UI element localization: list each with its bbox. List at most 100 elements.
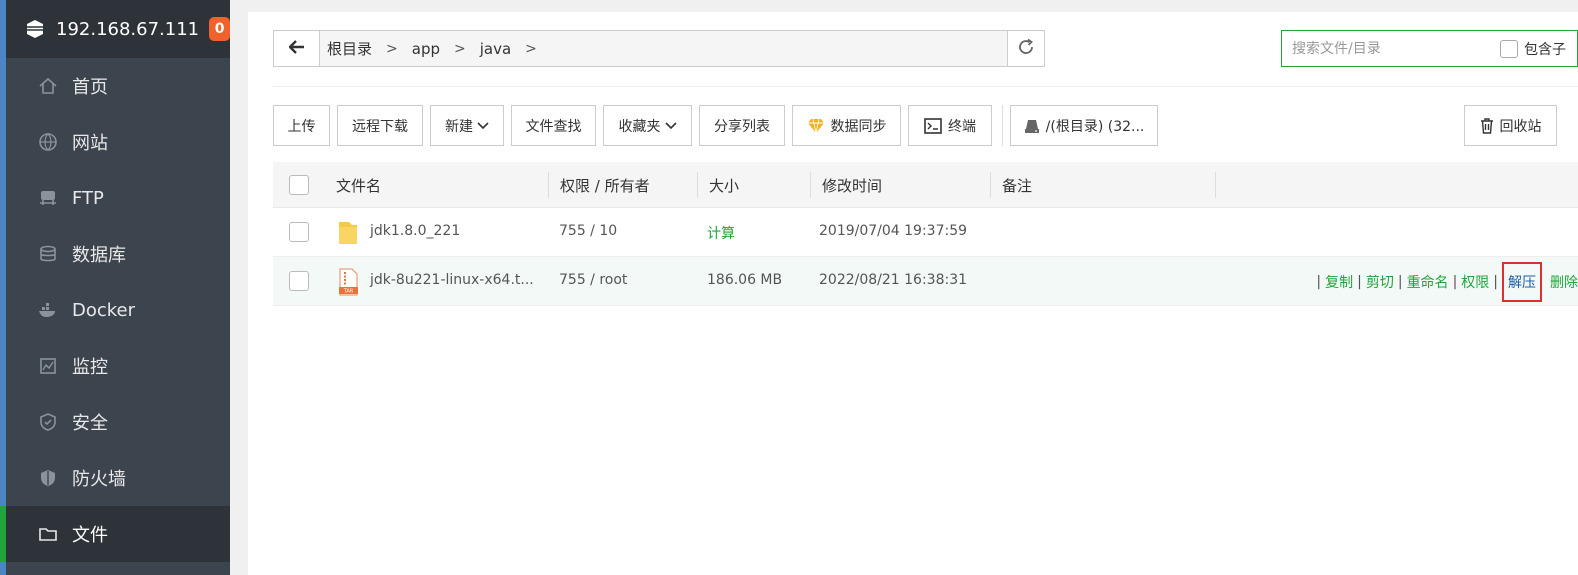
- terminal-button[interactable]: 终端: [908, 105, 992, 146]
- notification-badge[interactable]: 0: [209, 17, 230, 41]
- table-row[interactable]: TAR jdk-8u221-linux-x64.t... 755 / root …: [273, 257, 1578, 306]
- folder-icon: [38, 524, 58, 544]
- terminal-icon: [924, 117, 942, 134]
- col-name-header[interactable]: 文件名: [336, 175, 381, 196]
- sidebar-item-firewall[interactable]: 防火墙: [6, 450, 230, 506]
- file-table-header: 文件名 权限 / 所有者 大小 修改时间 备注: [273, 162, 1578, 208]
- row-checkbox[interactable]: [289, 271, 309, 291]
- monitor-icon: [38, 356, 58, 376]
- refresh-button[interactable]: [1007, 31, 1044, 66]
- sidebar-item-label: FTP: [72, 187, 104, 209]
- upload-button[interactable]: 上传: [273, 105, 330, 146]
- sidebar-item-home[interactable]: 首页: [6, 58, 230, 114]
- server-header[interactable]: 192.168.67.111 0: [6, 0, 230, 58]
- share-list-button[interactable]: 分享列表: [699, 105, 785, 146]
- table-row[interactable]: jdk1.8.0_221 755 / 10 计算 2019/07/04 19:3…: [273, 208, 1578, 257]
- column-divider: [1215, 172, 1216, 198]
- search-input[interactable]: [1282, 31, 1492, 66]
- find-file-button[interactable]: 文件查找: [511, 105, 596, 146]
- column-divider: [810, 172, 811, 198]
- firewall-icon: [38, 468, 58, 488]
- sidebar-item-label: 防火墙: [72, 469, 126, 490]
- file-perm[interactable]: 755 / 10: [559, 223, 617, 239]
- breadcrumb-app[interactable]: app: [412, 40, 440, 58]
- sidebar-item-security[interactable]: 安全: [6, 394, 230, 450]
- extract-link[interactable]: 解压: [1502, 261, 1542, 302]
- breadcrumb: 根目录 > app > java >: [320, 31, 1007, 66]
- column-divider: [697, 172, 698, 198]
- cut-link[interactable]: 剪切: [1366, 272, 1394, 292]
- recycle-bin-button[interactable]: 回收站: [1464, 105, 1557, 146]
- diamond-icon: [807, 118, 825, 134]
- include-subdir-checkbox[interactable]: [1500, 39, 1518, 58]
- home-icon: [38, 76, 58, 96]
- data-sync-label: 数据同步: [830, 118, 887, 135]
- new-button-label: 新建: [445, 118, 473, 135]
- terminal-label: 终端: [948, 118, 976, 135]
- sidebar-item-label: 数据库: [72, 245, 126, 266]
- op-separator: |: [1493, 273, 1498, 290]
- file-mtime: 2019/07/04 19:37:59: [819, 223, 968, 239]
- row-operations: | 复制 | 剪切 | 重命名 | 权限 | 解压 删除: [1316, 257, 1578, 306]
- file-mtime: 2022/08/21 16:38:31: [819, 272, 968, 288]
- col-perm-header[interactable]: 权限 / 所有者: [560, 175, 650, 196]
- back-button[interactable]: [274, 31, 320, 66]
- col-note-header: 备注: [1002, 177, 1033, 195]
- rename-link[interactable]: 重命名: [1407, 272, 1449, 292]
- op-separator: |: [1357, 273, 1362, 290]
- col-size-header[interactable]: 大小: [709, 175, 739, 196]
- sidebar-item-label: 网站: [72, 133, 108, 154]
- shield-icon: [38, 412, 58, 432]
- file-perm[interactable]: 755 / root: [559, 272, 627, 288]
- chevron-right-icon: >: [454, 40, 466, 57]
- permission-link[interactable]: 权限: [1461, 272, 1489, 292]
- arrow-left-icon: [287, 39, 305, 58]
- trash-icon: [1480, 117, 1494, 134]
- chevron-down-icon: [477, 121, 489, 130]
- refresh-icon: [1017, 38, 1035, 60]
- favorites-button[interactable]: 收藏夹: [603, 105, 692, 146]
- new-button[interactable]: 新建: [430, 105, 504, 146]
- sidebar-item-ftp[interactable]: FTP: [6, 170, 230, 226]
- sidebar-item-label: Docker: [72, 299, 136, 321]
- sidebar-item-files[interactable]: 文件: [0, 506, 230, 562]
- folder-icon: [337, 218, 359, 248]
- breadcrumb-root[interactable]: 根目录: [327, 38, 372, 59]
- path-bar: 根目录 > app > java >: [273, 30, 1045, 67]
- tar-file-icon: TAR: [337, 267, 359, 297]
- disk-label: /(根目录) (32...: [1045, 118, 1145, 135]
- chevron-down-icon: [664, 121, 677, 130]
- file-manager-panel: 根目录 > app > java > 包含子 上传 远程下载 新建 文件查找 收…: [248, 12, 1578, 575]
- server-ip: 192.168.67.111: [56, 18, 200, 40]
- delete-link[interactable]: 删除: [1550, 272, 1578, 292]
- disk-button[interactable]: /(根目录) (32...: [1010, 105, 1158, 146]
- sidebar-item-monitor[interactable]: 监控: [6, 338, 230, 394]
- col-mtime-header[interactable]: 修改时间: [822, 175, 882, 196]
- sidebar: 192.168.67.111 0 首页 网站 FTP 数据库 Docker 监控…: [0, 0, 230, 575]
- ftp-icon: [38, 188, 58, 208]
- column-divider: [990, 172, 991, 198]
- copy-link[interactable]: 复制: [1325, 272, 1353, 292]
- divider: [273, 86, 1578, 87]
- sidebar-item-database[interactable]: 数据库: [6, 226, 230, 282]
- select-all-checkbox[interactable]: [289, 175, 309, 195]
- sidebar-item-website[interactable]: 网站: [6, 114, 230, 170]
- sidebar-item-label: 安全: [72, 413, 108, 434]
- toolbar-separator: [1002, 105, 1003, 146]
- recycle-bin-label: 回收站: [1499, 118, 1542, 135]
- sidebar-item-docker[interactable]: Docker: [6, 282, 230, 338]
- server-logo-icon: [24, 18, 46, 40]
- column-divider: [548, 172, 549, 198]
- include-subdir-label: 包含子: [1524, 41, 1566, 58]
- data-sync-button[interactable]: 数据同步: [792, 105, 901, 146]
- calc-size-link[interactable]: 计算: [707, 223, 735, 243]
- row-checkbox[interactable]: [289, 222, 309, 242]
- sidebar-item-label: 监控: [72, 357, 108, 378]
- search-box: 包含子: [1281, 30, 1578, 67]
- breadcrumb-java[interactable]: java: [480, 40, 511, 58]
- remote-download-button[interactable]: 远程下载: [337, 105, 423, 146]
- file-name[interactable]: jdk1.8.0_221: [370, 223, 460, 239]
- toolbar: 上传 远程下载 新建 文件查找 收藏夹 分享列表 数据同步 终端 /(根目录) …: [273, 105, 1165, 147]
- op-separator: |: [1452, 273, 1458, 290]
- file-name[interactable]: jdk-8u221-linux-x64.t...: [370, 272, 534, 288]
